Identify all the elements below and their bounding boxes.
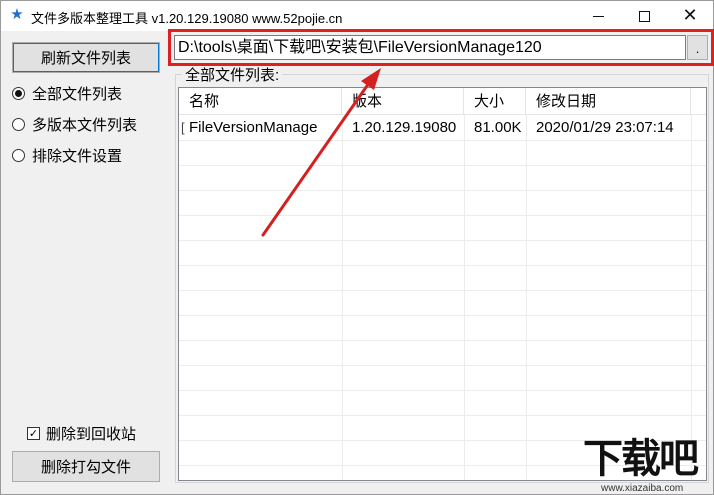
cell-name: FileVersionManage <box>189 119 318 136</box>
grid-line <box>179 265 706 266</box>
grid-line <box>464 115 465 480</box>
grid-line <box>179 165 706 166</box>
radio-multi-version[interactable] <box>12 117 25 131</box>
grid-line <box>179 340 706 341</box>
radio-exclude-settings[interactable] <box>12 148 25 162</box>
watermark-logo: 下载吧 <box>583 436 699 482</box>
file-list-group-label: 全部文件列表: <box>182 64 283 85</box>
column-header-modified[interactable]: 修改日期 <box>526 88 691 115</box>
cell-modified: 2020/01/29 23:07:14 <box>536 119 674 136</box>
radio-all-files[interactable] <box>12 86 25 100</box>
option-exclude-settings[interactable]: 排除文件设置 <box>12 145 122 165</box>
file-list-view[interactable]: 名称 版本 大小 修改日期 [ FileVersionManage 1.20.1… <box>178 87 707 481</box>
column-header-filler <box>691 88 706 115</box>
title-bar: ★ 文件多版本整理工具 v1.20.129.19080 www.52pojie.… <box>1 1 713 31</box>
option-all-files-label: 全部文件列表 <box>32 85 123 103</box>
recycle-bin-option[interactable]: ✓ 删除到回收站 <box>27 423 136 443</box>
maximize-button[interactable] <box>621 1 667 31</box>
maximize-icon <box>638 10 650 22</box>
grid-line <box>342 115 343 480</box>
table-row[interactable]: [ FileVersionManage 1.20.129.19080 81.00… <box>179 115 706 140</box>
watermark: 下载吧 www.xiazaiba.com <box>575 437 714 495</box>
close-button[interactable]: ✕ <box>667 1 713 31</box>
star-icon: ★ <box>10 6 24 23</box>
highlight-frame <box>168 29 714 66</box>
grid-line <box>179 215 706 216</box>
grid-line <box>179 190 706 191</box>
app-window: ★ 文件多版本整理工具 v1.20.129.19080 www.52pojie.… <box>0 0 714 495</box>
list-header: 名称 版本 大小 修改日期 <box>179 88 706 115</box>
grid-line <box>179 390 706 391</box>
recycle-bin-label: 删除到回收站 <box>46 425 137 443</box>
column-header-size[interactable]: 大小 <box>464 88 526 115</box>
option-multi-version[interactable]: 多版本文件列表 <box>12 114 137 134</box>
grid-line <box>179 315 706 316</box>
column-header-name[interactable]: 名称 <box>179 88 342 115</box>
grid-line <box>691 115 692 480</box>
recycle-bin-checkbox[interactable]: ✓ <box>27 426 40 440</box>
minimize-icon <box>592 15 604 17</box>
refresh-list-button[interactable]: 刷新文件列表 <box>12 42 160 73</box>
option-multi-version-label: 多版本文件列表 <box>32 116 138 134</box>
cell-size: 81.00K <box>474 119 522 136</box>
column-header-version[interactable]: 版本 <box>342 88 464 115</box>
close-icon: ✕ <box>682 5 698 26</box>
delete-checked-button[interactable]: 删除打勾文件 <box>12 451 160 482</box>
option-exclude-settings-label: 排除文件设置 <box>32 147 123 165</box>
grid-line <box>179 365 706 366</box>
window-title: 文件多版本整理工具 v1.20.129.19080 www.52pojie.cn <box>31 11 343 26</box>
grid-line <box>179 290 706 291</box>
grid-line <box>179 240 706 241</box>
option-all-files[interactable]: 全部文件列表 <box>12 83 122 103</box>
grid-line <box>179 415 706 416</box>
watermark-url: www.xiazaiba.com <box>601 483 684 494</box>
grid-line <box>526 115 527 480</box>
minimize-button[interactable] <box>575 1 621 31</box>
grid-line <box>179 140 706 141</box>
cell-version: 1.20.129.19080 <box>352 119 457 136</box>
